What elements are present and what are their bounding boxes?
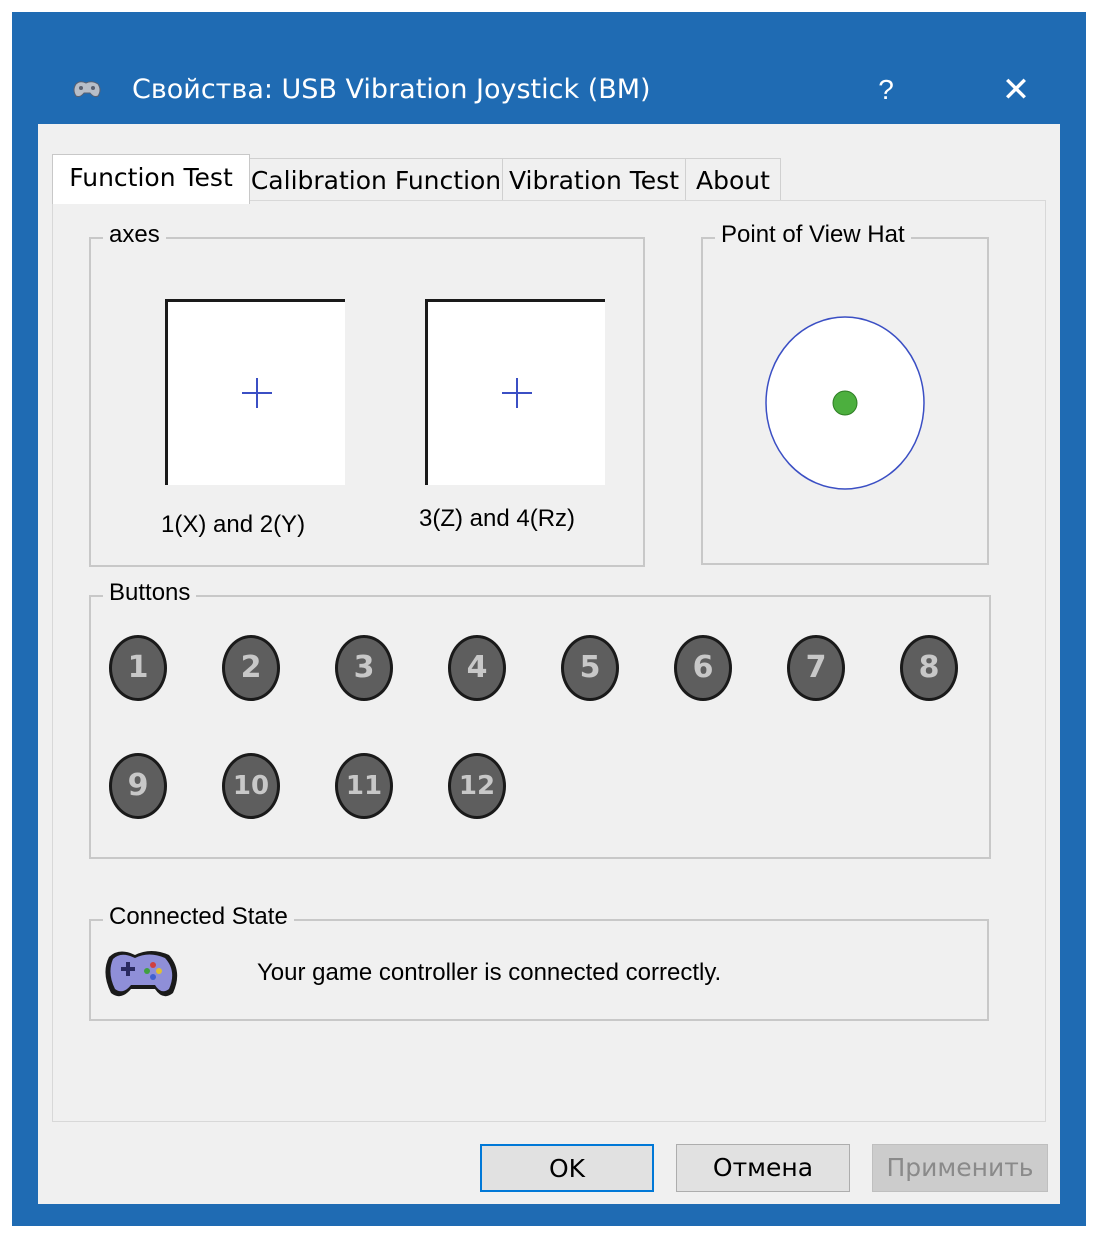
dialog-window: Свойства: USB Vibration Joystick (BM) ? …: [12, 12, 1086, 1226]
joystick-button-9: 9: [109, 753, 167, 819]
joystick-button-5: 5: [561, 635, 619, 701]
axes-group-label: axes: [103, 221, 166, 249]
tab-calibration-function[interactable]: Calibration Function: [249, 158, 503, 202]
axis-zrz-display: [425, 299, 605, 485]
close-button[interactable]: ✕: [986, 70, 1046, 110]
pov-hat-display: [765, 316, 925, 490]
pov-hat-group-label: Point of View Hat: [715, 221, 911, 249]
gamepad-icon: [105, 951, 178, 997]
title-bar[interactable]: Свойства: USB Vibration Joystick (BM) ? …: [36, 52, 1058, 122]
axis-zrz-crosshair: [502, 378, 532, 408]
axis-xy-label: 1(X) and 2(Y): [161, 511, 306, 538]
axis-xy-display: [165, 299, 345, 485]
apply-button[interactable]: Применить: [872, 1144, 1048, 1192]
joystick-button-2: 2: [222, 635, 280, 701]
tab-panel-function-test: axes 1(X) and 2(Y) 3(Z) and 4(Rz) Point …: [52, 200, 1046, 1122]
desktop: Свойства: USB Vibration Joystick (BM) ? …: [0, 0, 1096, 1238]
tab-vibration-test[interactable]: Vibration Test: [502, 158, 686, 202]
help-button[interactable]: ?: [856, 70, 916, 110]
gamepad-icon: [73, 81, 101, 98]
buttons-group-label: Buttons: [103, 579, 197, 607]
joystick-button-6: 6: [674, 635, 732, 701]
axis-zrz-label: 3(Z) and 4(Rz): [419, 505, 576, 532]
connected-state-message: Your game controller is connected correc…: [257, 959, 722, 986]
axis-xy-crosshair: [242, 378, 272, 408]
joystick-button-1: 1: [109, 635, 167, 701]
buttons-group: Buttons 1 2 3 4 5 6 7 8 9 10 11 12: [89, 579, 991, 859]
pov-hat-indicator: [832, 390, 858, 416]
dialog-client-area: Function Test Calibration Function Vibra…: [38, 124, 1060, 1204]
joystick-button-11: 11: [335, 753, 393, 819]
joystick-button-8: 8: [900, 635, 958, 701]
joystick-button-7: 7: [787, 635, 845, 701]
connected-state-group-label: Connected State: [103, 903, 294, 931]
pov-hat-group: Point of View Hat: [701, 221, 989, 565]
axes-group: axes 1(X) and 2(Y) 3(Z) and 4(Rz): [89, 221, 645, 567]
joystick-button-10: 10: [222, 753, 280, 819]
joystick-button-4: 4: [448, 635, 506, 701]
joystick-button-12: 12: [448, 753, 506, 819]
connected-state-group: Connected State Your game controller is …: [89, 903, 989, 1021]
joystick-button-3: 3: [335, 635, 393, 701]
cancel-button[interactable]: Отмена: [676, 1144, 850, 1192]
tab-about[interactable]: About: [685, 158, 781, 202]
window-title: Свойства: USB Vibration Joystick (BM): [132, 74, 651, 105]
ok-button[interactable]: OK: [480, 1144, 654, 1192]
tab-function-test[interactable]: Function Test: [52, 154, 250, 204]
